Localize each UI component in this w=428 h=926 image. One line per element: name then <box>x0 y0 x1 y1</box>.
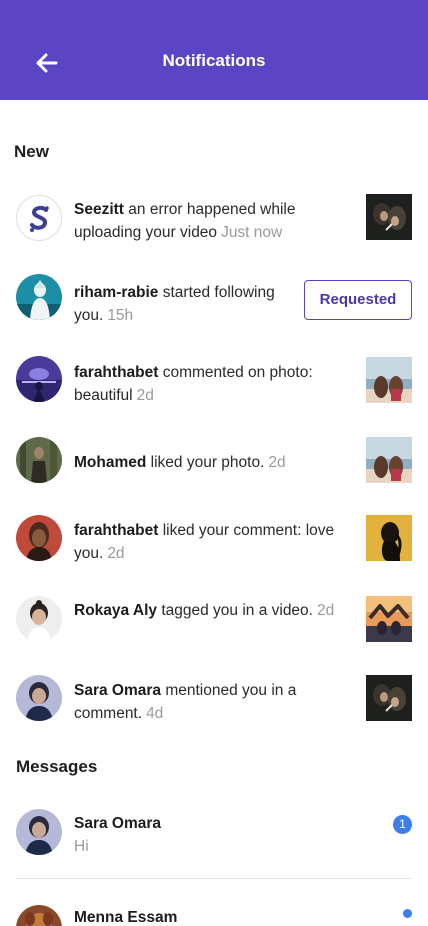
notification-user[interactable]: Seezitt <box>74 201 124 218</box>
notification-text: riham-rabie started following you. 15h <box>74 281 299 327</box>
notification-text: farahthabet liked your comment: love you… <box>74 519 344 565</box>
thumbnail-image <box>366 596 412 642</box>
thumbnail-image <box>366 437 412 483</box>
avatar-image <box>16 675 62 721</box>
avatar-image <box>16 596 62 642</box>
message-sender: Menna Essam <box>74 909 178 926</box>
post-thumbnail[interactable] <box>366 515 412 561</box>
message-sender: Sara Omara <box>74 815 162 832</box>
notification-user[interactable]: Sara Omara <box>74 682 161 699</box>
avatar-image <box>16 809 62 855</box>
avatar[interactable] <box>16 437 62 483</box>
notification-text: Mohamed liked your photo. 2d <box>74 451 344 474</box>
avatar[interactable] <box>16 515 62 561</box>
notification-item[interactable]: farahthabet commented on photo: beautifu… <box>0 344 428 414</box>
post-thumbnail[interactable] <box>366 194 412 240</box>
notification-user[interactable]: Rokaya Aly <box>74 602 157 619</box>
avatar[interactable] <box>16 356 62 402</box>
avatar[interactable] <box>16 274 62 320</box>
notification-text: Sara Omara mentioned you in a comment. 4d <box>74 679 344 725</box>
notification-user[interactable]: Mohamed <box>74 454 146 471</box>
avatar-image <box>16 437 62 483</box>
message-item[interactable]: Sara Omara Hi 1 <box>0 798 428 868</box>
requested-button[interactable]: Requested <box>304 280 412 320</box>
notification-text: Seezitt an error happened while uploadin… <box>74 198 344 244</box>
seezitt-logo-icon <box>17 196 61 240</box>
avatar-image <box>16 356 62 402</box>
message-item[interactable]: Menna Essam <box>0 893 428 926</box>
notification-message: liked your photo. <box>150 454 265 471</box>
notification-time: 2d <box>107 545 125 562</box>
avatar[interactable] <box>16 195 62 241</box>
message-preview: Hi <box>74 838 89 855</box>
avatar[interactable] <box>16 596 62 642</box>
thumbnail-image <box>366 675 412 721</box>
notification-time: 4d <box>146 705 164 722</box>
notification-text: farahthabet commented on photo: beautifu… <box>74 361 344 407</box>
avatar-image <box>16 274 62 320</box>
page-title: Notifications <box>162 51 266 70</box>
notification-item[interactable]: riham-rabie started following you. 15h Re… <box>0 263 428 333</box>
post-thumbnail[interactable] <box>366 675 412 721</box>
notification-user[interactable]: farahthabet <box>74 522 158 539</box>
avatar-image <box>16 905 62 926</box>
thumbnail-image <box>366 194 412 240</box>
notification-item[interactable]: Seezitt an error happened while uploadin… <box>0 183 428 253</box>
notification-user[interactable]: riham-rabie <box>74 284 158 301</box>
section-title-messages: Messages <box>16 757 98 776</box>
avatar[interactable] <box>16 809 62 855</box>
avatar[interactable] <box>16 675 62 721</box>
notification-message: tagged you in a video. <box>161 602 313 619</box>
unread-badge: 1 <box>393 815 412 834</box>
notification-time: 15h <box>107 307 134 324</box>
notification-time: Just now <box>221 224 283 241</box>
unread-dot <box>403 909 412 918</box>
thumbnail-image <box>366 357 412 403</box>
post-thumbnail[interactable] <box>366 596 412 642</box>
notification-time: 2d <box>316 602 335 619</box>
notification-user[interactable]: farahthabet <box>74 364 158 381</box>
notification-item[interactable]: farahthabet liked your comment: love you… <box>0 504 428 574</box>
notification-item[interactable]: Mohamed liked your photo. 2d <box>0 425 428 495</box>
notification-time: 2d <box>268 454 286 471</box>
notification-item[interactable]: Rokaya Aly tagged you in a video. 2d <box>0 584 428 654</box>
app-header: Notifications <box>0 0 428 100</box>
section-title-new: New <box>14 142 49 161</box>
post-thumbnail[interactable] <box>366 437 412 483</box>
avatar-image <box>16 515 62 561</box>
notification-time: 2d <box>136 387 154 404</box>
divider <box>16 878 412 879</box>
thumbnail-image <box>366 515 412 561</box>
post-thumbnail[interactable] <box>366 357 412 403</box>
notification-item[interactable]: Sara Omara mentioned you in a comment. 4d <box>0 664 428 734</box>
notification-text: Rokaya Aly tagged you in a video. 2d <box>74 599 344 622</box>
avatar[interactable] <box>16 905 62 926</box>
